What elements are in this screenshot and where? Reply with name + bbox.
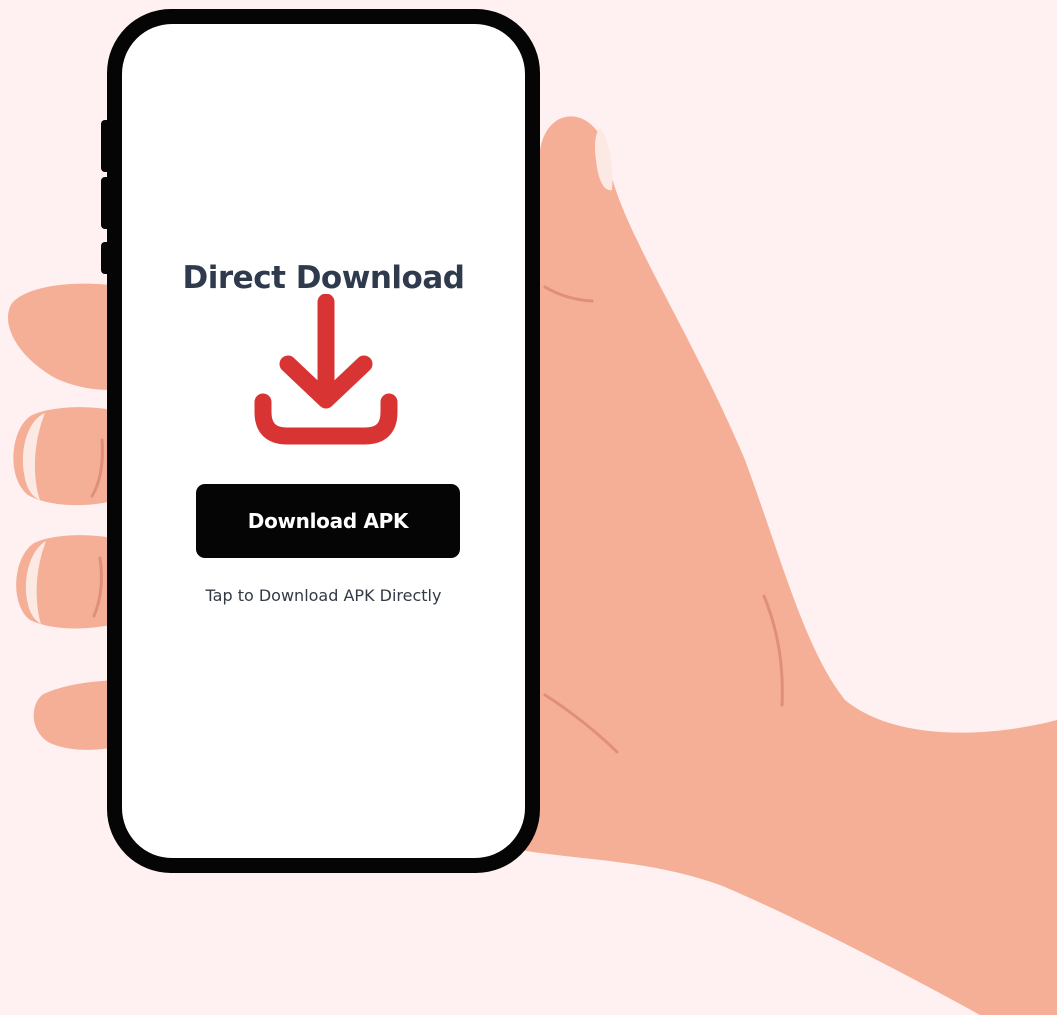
download-hint-text: Tap to Download APK Directly: [205, 586, 442, 605]
illustration-canvas: Direct Download Download APK Tap to Down…: [0, 0, 1057, 1015]
phone-screen: Direct Download Download APK Tap to Down…: [122, 24, 525, 858]
page-title: Direct Download: [182, 260, 465, 296]
download-arrow-icon: [254, 294, 398, 445]
download-apk-button[interactable]: Download APK: [196, 484, 460, 558]
palm-shape: [520, 116, 1057, 1015]
